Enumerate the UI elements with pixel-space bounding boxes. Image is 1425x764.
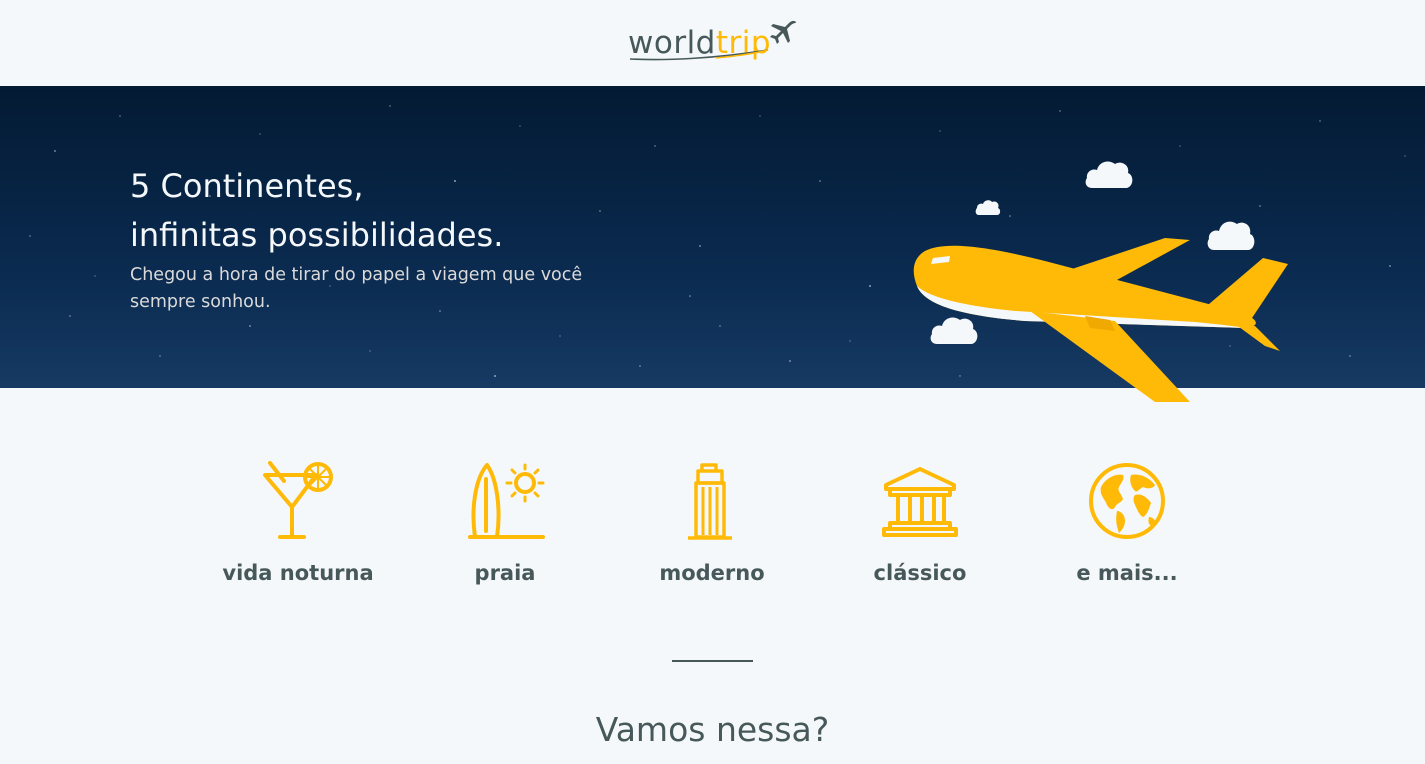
cloud-icon (1085, 161, 1133, 188)
hero-banner: 5 Continentes, infinitas possibilidades.… (0, 86, 1425, 402)
cta-heading: Vamos nessa? (595, 710, 830, 749)
travel-type-moderno[interactable]: moderno (612, 455, 812, 595)
banner-title-line-2: infinitas possibilidades. (130, 216, 504, 254)
travel-type-label: praia (474, 561, 536, 585)
travel-type-label: e mais... (1076, 561, 1178, 585)
travel-type-label: moderno (659, 561, 765, 585)
travel-type-e-mais[interactable]: e mais... (1027, 455, 1227, 595)
museum-icon (882, 467, 958, 537)
travel-type-praia[interactable]: praia (405, 455, 605, 595)
banner-title-line-1: 5 Continentes, (130, 167, 364, 205)
banner-title: 5 Continentes, infinitas possibilidades. (130, 162, 650, 260)
travel-type-label: clássico (873, 561, 967, 585)
logo-airplane-icon (770, 20, 797, 44)
banner-subtitle: Chegou a hora de tirar do papel a viagem… (130, 265, 583, 312)
logo-swoosh (629, 49, 769, 61)
site-header: worldtrip (0, 0, 1425, 86)
section-divider (672, 660, 753, 662)
worldtrip-logo[interactable]: worldtrip (628, 20, 798, 68)
cloud-icon (975, 200, 1001, 215)
building-icon (688, 463, 732, 540)
airplane-illustration (913, 238, 1288, 402)
cocktail-icon (263, 461, 333, 539)
surfboard-icon (468, 463, 545, 539)
travel-type-classico[interactable]: clássico (820, 455, 1020, 595)
travel-type-label: vida noturna (222, 561, 374, 585)
travel-type-vida-noturna[interactable]: vida noturna (198, 455, 398, 595)
travel-types: vida noturna praia moderno clássico e ma… (0, 455, 1425, 595)
globe-icon (1089, 463, 1165, 539)
